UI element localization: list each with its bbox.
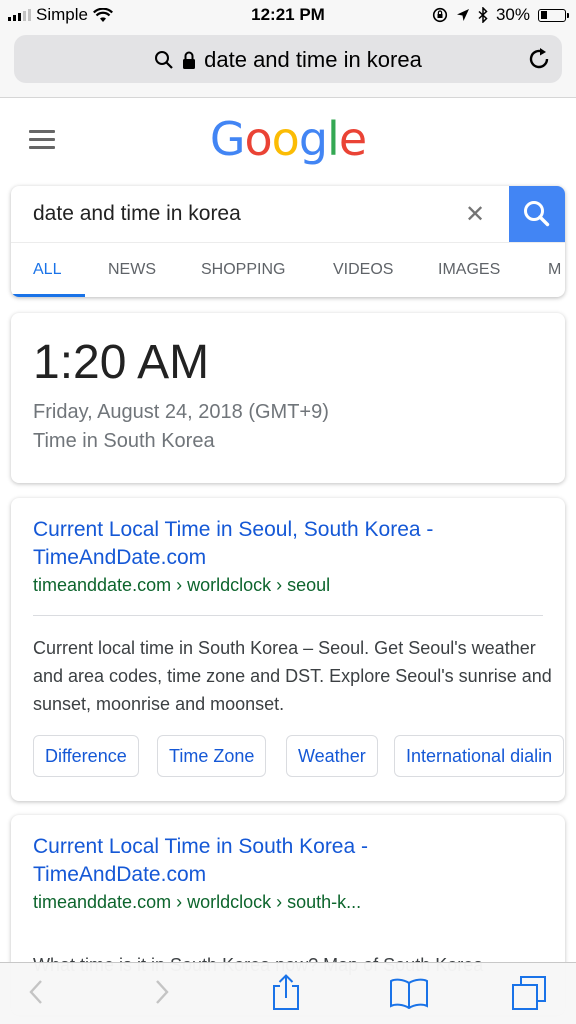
clear-icon[interactable]: ✕ xyxy=(465,203,485,227)
tabs-icon[interactable] xyxy=(511,975,547,1011)
current-date: Friday, August 24, 2018 (GMT+9) xyxy=(33,401,329,423)
result-snippet: Current local time in South Korea – Seou… xyxy=(33,638,552,714)
battery-icon xyxy=(538,8,569,22)
tab-news[interactable]: NEWS xyxy=(108,261,156,279)
address-content: date and time in korea xyxy=(14,47,562,73)
chip-international-dialing[interactable]: International dialin xyxy=(394,735,565,777)
url-text: date and time in korea xyxy=(204,47,422,72)
tab-shopping[interactable]: SHOPPING xyxy=(201,261,285,279)
status-icons: 30% xyxy=(432,5,569,25)
google-logo[interactable]: Google xyxy=(0,112,576,166)
result-card-1: Current Local Time in Seoul, South Korea… xyxy=(11,498,565,801)
reload-icon[interactable] xyxy=(526,46,552,72)
time-card: 1:20 AM Friday, August 24, 2018 (GMT+9) … xyxy=(11,313,565,483)
browser-header: date and time in korea xyxy=(0,30,576,98)
search-icon xyxy=(524,201,550,227)
search-box: date and time in korea ✕ ALL NEWS SHOPPI… xyxy=(11,186,565,297)
logo-letter: l xyxy=(327,112,340,166)
time-location: Time in South Korea xyxy=(33,430,215,452)
result-title-line1[interactable]: Current Local Time in Seoul, South Korea… xyxy=(33,516,433,544)
result-url[interactable]: timeanddate.com › worldclock › seoul xyxy=(33,575,330,596)
chip-weather[interactable]: Weather xyxy=(286,735,378,777)
address-bar[interactable]: date and time in korea xyxy=(14,35,562,83)
status-bar: Simple 12:21 PM 30% xyxy=(0,0,576,30)
search-tabs: ALL NEWS SHOPPING VIDEOS IMAGES M xyxy=(11,242,565,297)
logo-letter: e xyxy=(338,112,367,166)
result-divider xyxy=(33,615,543,616)
bluetooth-icon xyxy=(478,7,488,23)
search-button[interactable] xyxy=(509,186,565,242)
location-arrow-icon xyxy=(456,9,469,21)
result-title-line2[interactable]: TimeAndDate.com xyxy=(33,861,206,889)
tab-images[interactable]: IMAGES xyxy=(438,261,500,279)
rotation-lock-icon xyxy=(432,7,448,23)
active-tab-indicator xyxy=(11,294,85,297)
result-title-line2[interactable]: TimeAndDate.com xyxy=(33,544,206,572)
tab-videos[interactable]: VIDEOS xyxy=(333,261,393,279)
phone-screen: Simple 12:21 PM 30% date and time in kor… xyxy=(0,0,576,1024)
current-time: 1:20 AM xyxy=(33,336,210,389)
forward-icon[interactable] xyxy=(152,977,172,1007)
back-icon[interactable] xyxy=(26,977,46,1007)
logo-letter: o xyxy=(271,112,300,166)
logo-letter: o xyxy=(244,112,273,166)
chip-difference[interactable]: Difference xyxy=(33,735,139,777)
logo-letter: g xyxy=(298,112,328,166)
share-icon[interactable] xyxy=(270,973,302,1011)
chip-time-zone[interactable]: Time Zone xyxy=(157,735,267,777)
tab-more[interactable]: M xyxy=(548,261,561,279)
logo-letter: G xyxy=(209,112,246,166)
bookmarks-icon[interactable] xyxy=(389,977,429,1009)
battery-percent: 30% xyxy=(495,5,530,24)
result-title-line1[interactable]: Current Local Time in South Korea - xyxy=(33,833,368,861)
browser-toolbar xyxy=(0,962,576,1024)
lock-icon xyxy=(183,51,196,69)
tab-all[interactable]: ALL xyxy=(33,261,61,279)
result-url[interactable]: timeanddate.com › worldclock › south-k..… xyxy=(33,892,361,913)
search-icon xyxy=(155,51,173,69)
search-input[interactable]: date and time in korea xyxy=(33,202,241,226)
